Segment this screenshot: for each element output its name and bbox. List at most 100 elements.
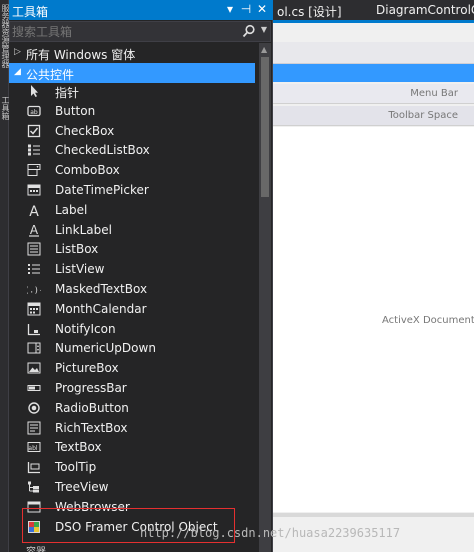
linklabel-icon: A xyxy=(29,223,39,237)
tool-item-radiobutton[interactable]: RadioButton xyxy=(9,398,257,418)
close-icon[interactable]: ✕ xyxy=(255,2,269,16)
tool-item-pointer[interactable]: 指针 xyxy=(9,81,257,101)
tool-item-label[interactable]: A Label xyxy=(9,200,257,220)
svg-text:(.)-: (.)- xyxy=(27,285,41,294)
tool-label: MaskedTextBox xyxy=(55,281,148,296)
tool-item-notifyicon[interactable]: NotifyIcon xyxy=(9,319,257,339)
picturebox-icon xyxy=(27,362,41,374)
tool-item-monthcalendar[interactable]: MonthCalendar xyxy=(9,299,257,319)
pointer-icon xyxy=(31,85,38,97)
datetimepicker-icon xyxy=(27,184,41,196)
server-explorer-tab[interactable]: 服务器资源管理器 xyxy=(0,4,10,68)
tool-label: 指针 xyxy=(55,86,80,100)
tool-list: 指针 ab Button CheckBox CheckedListBox Com… xyxy=(9,81,257,536)
tool-label: NumericUpDown xyxy=(55,341,156,356)
listbox-icon xyxy=(27,242,41,256)
form-caption-bar xyxy=(273,64,474,82)
maskedtextbox-icon: (.)- xyxy=(27,285,41,294)
menu-bar-placeholder[interactable]: Menu Bar xyxy=(273,84,474,104)
tool-label: TreeView xyxy=(55,479,109,494)
progressbar-icon xyxy=(27,384,41,391)
toolbar-placeholder[interactable]: Toolbar Space xyxy=(273,106,474,126)
toolbox-search: ▼ xyxy=(9,21,271,42)
tool-label: ListBox xyxy=(55,242,99,257)
tool-label: CheckBox xyxy=(55,123,115,138)
scrollbar-thumb[interactable] xyxy=(261,57,269,197)
label-icon: A xyxy=(29,204,39,217)
tool-item-progressbar[interactable]: ProgressBar xyxy=(9,378,257,398)
tab-form-designer[interactable]: ol.cs [设计] xyxy=(277,3,342,20)
tool-label: MonthCalendar xyxy=(55,301,147,316)
search-input[interactable] xyxy=(12,23,242,40)
tool-label: RichTextBox xyxy=(55,420,128,435)
checkedlistbox-icon xyxy=(28,144,40,156)
tool-item-checkedlistbox[interactable]: CheckedListBox xyxy=(9,140,257,160)
treeview-icon xyxy=(28,481,39,493)
active-document-border xyxy=(273,20,474,23)
watermark-text: http://blog.csdn.net/huasa2239635117 xyxy=(140,526,401,540)
tool-label: TextBox xyxy=(55,440,102,455)
tool-label: ProgressBar xyxy=(55,380,127,395)
tool-label: ComboBox xyxy=(55,163,120,178)
svg-text:ab: ab xyxy=(30,109,38,116)
monthcalendar-icon xyxy=(27,302,41,316)
tool-item-listview[interactable]: ListView xyxy=(9,259,257,279)
button-icon: ab xyxy=(27,105,41,116)
tool-item-datetimepicker[interactable]: DateTimePicker xyxy=(9,180,257,200)
tool-label: CheckedListBox xyxy=(55,143,150,158)
tool-label: NotifyIcon xyxy=(55,321,116,336)
checkbox-icon xyxy=(27,124,41,137)
group-label: 容器 xyxy=(26,543,46,552)
tool-item-tooltip[interactable]: ToolTip xyxy=(9,457,257,477)
tool-item-textbox[interactable]: abl TextBox xyxy=(9,437,257,457)
group-containers[interactable]: 容器 xyxy=(9,543,257,552)
combobox-icon xyxy=(27,164,41,177)
tool-item-maskedtextbox[interactable]: (.)- MaskedTextBox xyxy=(9,279,257,299)
menu-bar-label: Menu Bar xyxy=(410,88,458,99)
listview-icon xyxy=(28,264,40,275)
toolbox-panel: 工具箱 ▾ ⊣ ✕ ▼ ▷ 所有 Windows 窗体 ◢ 公共控件 指针 ab… xyxy=(9,0,273,552)
group-common-controls[interactable]: ◢ 公共控件 xyxy=(9,63,255,83)
tool-item-checkbox[interactable]: CheckBox xyxy=(9,121,257,141)
richtextbox-icon xyxy=(27,421,41,435)
scroll-up-icon[interactable]: ▲ xyxy=(261,45,267,54)
vertical-tool-strip: 服务器资源管理器 工具箱 xyxy=(0,0,10,552)
svg-text:abl: abl xyxy=(28,445,37,452)
tool-item-treeview[interactable]: TreeView xyxy=(9,477,257,497)
tool-item-linklabel[interactable]: A LinkLabel xyxy=(9,220,257,240)
activex-label: ActiveX Document Ob xyxy=(382,315,474,326)
toolbox-side-tab[interactable]: 工具箱 xyxy=(0,96,10,120)
activex-document-area[interactable]: ActiveX Document Ob xyxy=(273,127,474,512)
svg-text:A: A xyxy=(29,204,39,217)
numericupdown-icon xyxy=(27,342,41,354)
tab-diagram-control[interactable]: DiagramControlOp xyxy=(376,3,474,17)
tool-item-combobox[interactable]: ComboBox xyxy=(9,160,257,180)
tool-label: LinkLabel xyxy=(55,222,112,237)
tool-label: PictureBox xyxy=(55,361,119,376)
document-tab-bar: ol.cs [设计] DiagramControlOp xyxy=(273,0,474,20)
designer-area: ol.cs [设计] DiagramControlOp Menu Bar Too… xyxy=(273,0,474,552)
toolbox-scrollbar[interactable]: ▲ xyxy=(259,43,271,552)
notifyicon-icon xyxy=(27,323,40,335)
search-options-dropdown-icon[interactable]: ▼ xyxy=(261,25,267,34)
tool-item-listbox[interactable]: ListBox xyxy=(9,239,257,259)
tooltip-icon xyxy=(27,462,40,474)
toolbox-title-bar: 工具箱 ▾ ⊣ ✕ xyxy=(9,0,273,20)
search-icon[interactable] xyxy=(242,24,256,38)
form-title-bar xyxy=(273,42,474,64)
form-bottom-edge xyxy=(273,513,474,517)
group-all-windows-forms[interactable]: ▷ 所有 Windows 窗体 xyxy=(9,43,257,63)
tool-item-picturebox[interactable]: PictureBox xyxy=(9,358,257,378)
tool-label: DateTimePicker xyxy=(55,182,149,197)
expand-arrow-icon[interactable]: ▷ xyxy=(14,47,21,57)
collapse-arrow-icon[interactable]: ◢ xyxy=(14,67,21,77)
window-dropdown-icon[interactable]: ▾ xyxy=(223,2,237,16)
textbox-icon: abl xyxy=(27,442,41,453)
pin-icon[interactable]: ⊣ xyxy=(239,2,253,16)
tool-item-richtextbox[interactable]: RichTextBox xyxy=(9,418,257,438)
tool-label: ToolTip xyxy=(55,460,97,475)
svg-text:A: A xyxy=(30,223,39,237)
tool-item-numericupdown[interactable]: NumericUpDown xyxy=(9,338,257,358)
group-label: 所有 Windows 窗体 xyxy=(26,48,136,62)
tool-item-button[interactable]: ab Button xyxy=(9,101,257,121)
